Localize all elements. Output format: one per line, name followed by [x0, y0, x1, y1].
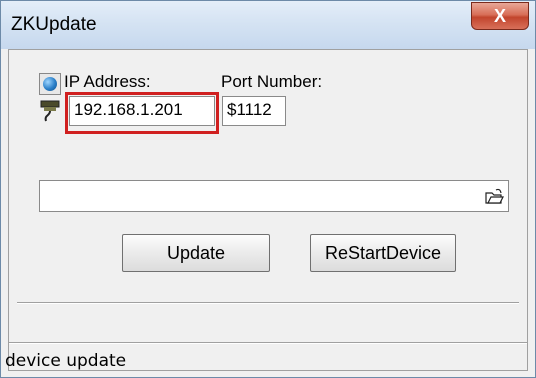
open-folder-icon[interactable] [484, 187, 504, 207]
status-divider [9, 342, 527, 344]
divider [17, 302, 519, 304]
port-number-input[interactable]: $1112 [222, 96, 286, 126]
port-number-label: Port Number: [221, 72, 323, 91]
update-button[interactable]: Update [122, 234, 270, 272]
network-plug-icon [40, 100, 60, 122]
zkupdate-window: ZKUpdate X IP Address: Port Number: 192.… [0, 0, 536, 378]
dialog-body: IP Address: Port Number: 192.168.1.201 $… [8, 49, 528, 371]
globe-icon [39, 73, 61, 95]
status-bar-text: device update [5, 351, 127, 371]
file-path-input[interactable] [39, 180, 509, 212]
close-icon: X [493, 6, 506, 26]
restart-device-button[interactable]: ReStartDevice [310, 234, 456, 272]
close-button[interactable]: X [471, 2, 529, 30]
ip-address-label: IP Address: [64, 72, 151, 91]
window-title: ZKUpdate [11, 14, 97, 35]
ip-highlight-box [65, 92, 219, 134]
title-bar[interactable]: ZKUpdate X [1, 1, 535, 49]
